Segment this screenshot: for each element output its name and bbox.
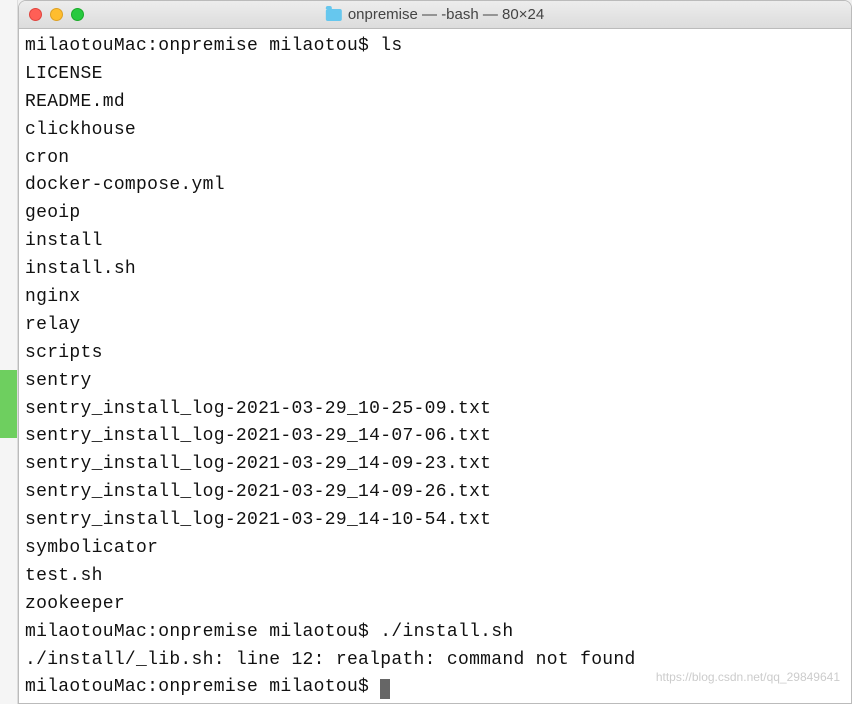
prompt: milaotouMac:onpremise milaotou$: [25, 622, 380, 642]
prompt: milaotouMac:onpremise milaotou$: [25, 677, 380, 697]
editor-gutter: [0, 0, 18, 704]
ls-entry: cron: [25, 148, 69, 168]
ls-entry: sentry_install_log-2021-03-29_14-09-23.t…: [25, 454, 491, 474]
minimize-icon[interactable]: [50, 8, 63, 21]
ls-entry: symbolicator: [25, 538, 158, 558]
ls-entry: clickhouse: [25, 120, 136, 140]
window-title-text: onpremise — -bash — 80×24: [348, 6, 544, 23]
ls-entry: nginx: [25, 287, 81, 307]
window-title: onpremise — -bash — 80×24: [326, 6, 544, 23]
error-line: ./install/_lib.sh: line 12: realpath: co…: [25, 650, 636, 670]
ls-entry: zookeeper: [25, 594, 125, 614]
ls-entry: scripts: [25, 343, 103, 363]
close-icon[interactable]: [29, 8, 42, 21]
ls-entry: LICENSE: [25, 64, 103, 84]
prompt: milaotouMac:onpremise milaotou$: [25, 36, 380, 56]
ls-entry: sentry_install_log-2021-03-29_14-09-26.t…: [25, 482, 491, 502]
traffic-lights: [29, 8, 84, 21]
ls-entry: sentry_install_log-2021-03-29_14-10-54.t…: [25, 510, 491, 530]
terminal-body[interactable]: milaotouMac:onpremise milaotou$ ls LICEN…: [19, 29, 851, 703]
ls-entry: sentry_install_log-2021-03-29_10-25-09.t…: [25, 399, 491, 419]
cursor: [380, 679, 390, 699]
ls-entry: install: [25, 231, 103, 251]
maximize-icon[interactable]: [71, 8, 84, 21]
terminal-window: onpremise — -bash — 80×24 milaotouMac:on…: [18, 0, 852, 704]
folder-icon: [326, 9, 342, 21]
gutter-highlight: [0, 370, 18, 438]
title-bar[interactable]: onpremise — -bash — 80×24: [19, 1, 851, 29]
ls-entry: sentry_install_log-2021-03-29_14-07-06.t…: [25, 426, 491, 446]
ls-entry: relay: [25, 315, 81, 335]
ls-entry: README.md: [25, 92, 125, 112]
ls-entry: install.sh: [25, 259, 136, 279]
command: ls: [380, 36, 402, 56]
ls-entry: geoip: [25, 203, 81, 223]
ls-entry: test.sh: [25, 566, 103, 586]
command: ./install.sh: [380, 622, 513, 642]
ls-entry: docker-compose.yml: [25, 175, 225, 195]
ls-entry: sentry: [25, 371, 92, 391]
